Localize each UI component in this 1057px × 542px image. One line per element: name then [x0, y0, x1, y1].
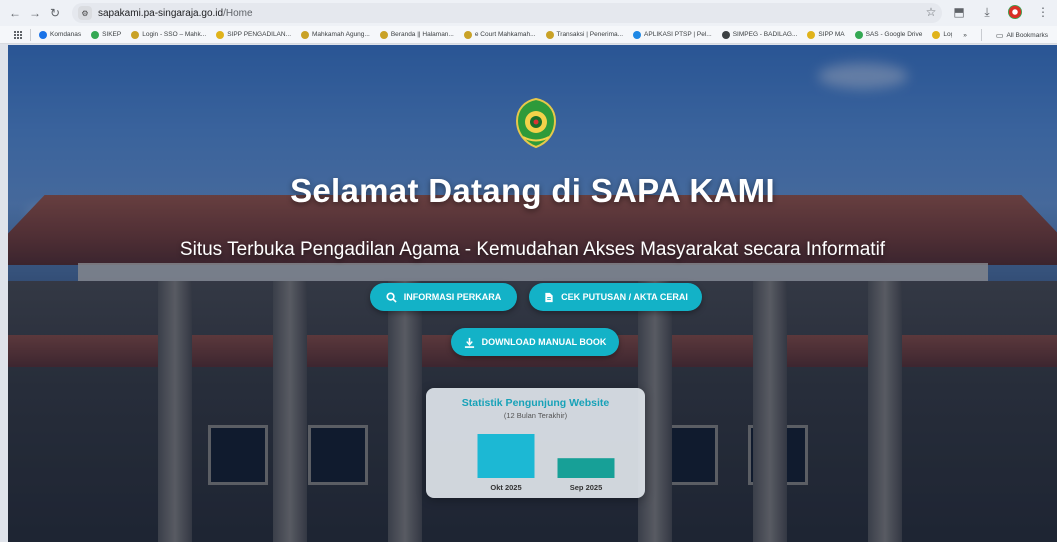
bookmark-label: SIMPEG - BADILAG...	[732, 31, 798, 38]
chart-x-label: Sep 2025	[570, 483, 603, 492]
bookmark-item[interactable]: e Court Mahkamah...	[459, 26, 541, 43]
download-manual-button[interactable]: DOWNLOAD MANUAL BOOK	[451, 328, 619, 356]
bookmark-item[interactable]: SIPP MA	[802, 26, 849, 43]
chart-x-label: Okt 2025	[490, 483, 521, 492]
browser-toolbar: ← → ↻ ⚙ sapakami.pa-singaraja.go.id/Home…	[0, 0, 1057, 26]
download-icon	[464, 337, 475, 348]
bookmark-favicon-icon	[545, 30, 554, 39]
search-icon	[386, 291, 397, 303]
bookmark-favicon-icon	[131, 30, 140, 39]
bookmark-favicon-icon	[721, 30, 730, 39]
bookmark-label: Komdanas	[50, 31, 82, 38]
star-icon[interactable]: ☆	[923, 4, 939, 20]
bookmark-item[interactable]: APLIKASI PTSP | Pel...	[628, 26, 717, 43]
bookmark-divider	[30, 28, 31, 41]
bookmark-item[interactable]: Transaksi | Penerima...	[541, 26, 628, 43]
bookmark-label: Mahkamah Agung...	[312, 31, 370, 38]
bookmark-favicon-icon	[39, 30, 47, 39]
bookmark-item[interactable]: SAS - Google Drive	[850, 26, 928, 43]
bookmark-item[interactable]: SIKEP	[86, 26, 126, 43]
bookmark-favicon-icon	[854, 30, 863, 39]
profile-avatar[interactable]	[1007, 4, 1023, 20]
bookmark-favicon-icon	[633, 30, 642, 39]
cek-putusan-label: CEK PUTUSAN / AKTA CERAI	[561, 292, 688, 302]
all-bookmarks-button[interactable]: ▭ All Bookmarks	[991, 26, 1053, 43]
bookmark-favicon-icon	[463, 30, 472, 39]
more-bookmarks-button[interactable]: »	[958, 26, 972, 43]
apps-icon[interactable]	[8, 26, 27, 43]
bookmark-label: APLIKASI PTSP | Pel...	[644, 31, 712, 38]
bookmark-label: SIKEP	[102, 31, 122, 38]
bookmark-label: SAS - Google Drive	[865, 31, 923, 38]
bookmark-item[interactable]: Mahkamah Agung...	[296, 26, 375, 43]
bookmark-favicon-icon	[807, 30, 816, 39]
informasi-perkara-label: INFORMASI PERKARA	[403, 292, 502, 302]
menu-icon[interactable]: ⋮	[1035, 4, 1051, 20]
bookmark-label: SIPP MA	[818, 31, 845, 38]
bookmark-item[interactable]: Komdanas	[34, 26, 86, 43]
bookmark-favicon-icon	[379, 30, 388, 39]
chart-bar	[557, 458, 615, 478]
visitor-bar-chart: Okt 2025 Sep 2025	[477, 434, 615, 492]
informasi-perkara-button[interactable]: INFORMASI PERKARA	[370, 283, 517, 311]
page-title: Selamat Datang di SAPA KAMI	[290, 172, 775, 209]
bookmark-item[interactable]: Beranda || Halaman...	[375, 26, 459, 43]
url-text[interactable]: sapakami.pa-singaraja.go.id/Home	[98, 8, 253, 19]
address-bar[interactable]: ⚙ sapakami.pa-singaraja.go.id/Home	[72, 3, 942, 23]
bookmarks-bar: Komdanas SIKEP Login - SSO – Mahk... SIPP P…	[0, 26, 1057, 44]
bookmark-favicon-icon	[91, 30, 100, 39]
document-icon	[543, 292, 554, 303]
court-logo-icon	[515, 97, 557, 149]
bookmark-item[interactable]: SIMPEG - BADILAG...	[717, 26, 803, 43]
visitor-stats-card: Statistik Pengunjung Website (12 Bulan T…	[426, 388, 645, 498]
bookmark-label: SIPP PENGADILAN...	[227, 31, 292, 38]
cek-putusan-button[interactable]: CEK PUTUSAN / AKTA CERAI	[529, 283, 702, 311]
download-icon[interactable]: ⤓	[979, 4, 995, 20]
forward-icon[interactable]: →	[26, 4, 44, 22]
back-icon[interactable]: ←	[6, 4, 24, 22]
bookmark-item[interactable]: Login - SSO – Mahk...	[126, 26, 211, 43]
folder-icon: ▭	[995, 30, 1004, 40]
bookmark-favicon-icon	[932, 30, 941, 39]
bookmark-label: Login - SSO – Mahk...	[142, 31, 207, 38]
page-subtitle: Situs Terbuka Pengadilan Agama - Kemudah…	[179, 239, 886, 260]
download-manual-label: DOWNLOAD MANUAL BOOK	[481, 337, 607, 347]
extensions-icon[interactable]: ⬒	[951, 4, 967, 20]
bookmark-label: e Court Mahkamah...	[474, 31, 536, 38]
reload-icon[interactable]: ↻	[46, 4, 64, 22]
bookmark-favicon-icon	[216, 30, 225, 39]
bookmark-item[interactable]: SIPP PENGADILAN...	[211, 26, 296, 43]
bookmark-label: Beranda || Halaman...	[390, 31, 454, 38]
all-bookmarks-label: All Bookmarks	[1006, 31, 1048, 39]
site-info-icon[interactable]: ⚙	[78, 6, 92, 20]
bookmark-label: Transaksi | Penerima...	[556, 31, 624, 38]
page-content: Selamat Datang di SAPA KAMI Situs Terbuk…	[8, 45, 1057, 542]
chart-bar	[477, 434, 535, 478]
bookmark-divider	[980, 29, 982, 41]
bookmark-favicon-icon	[301, 30, 310, 39]
